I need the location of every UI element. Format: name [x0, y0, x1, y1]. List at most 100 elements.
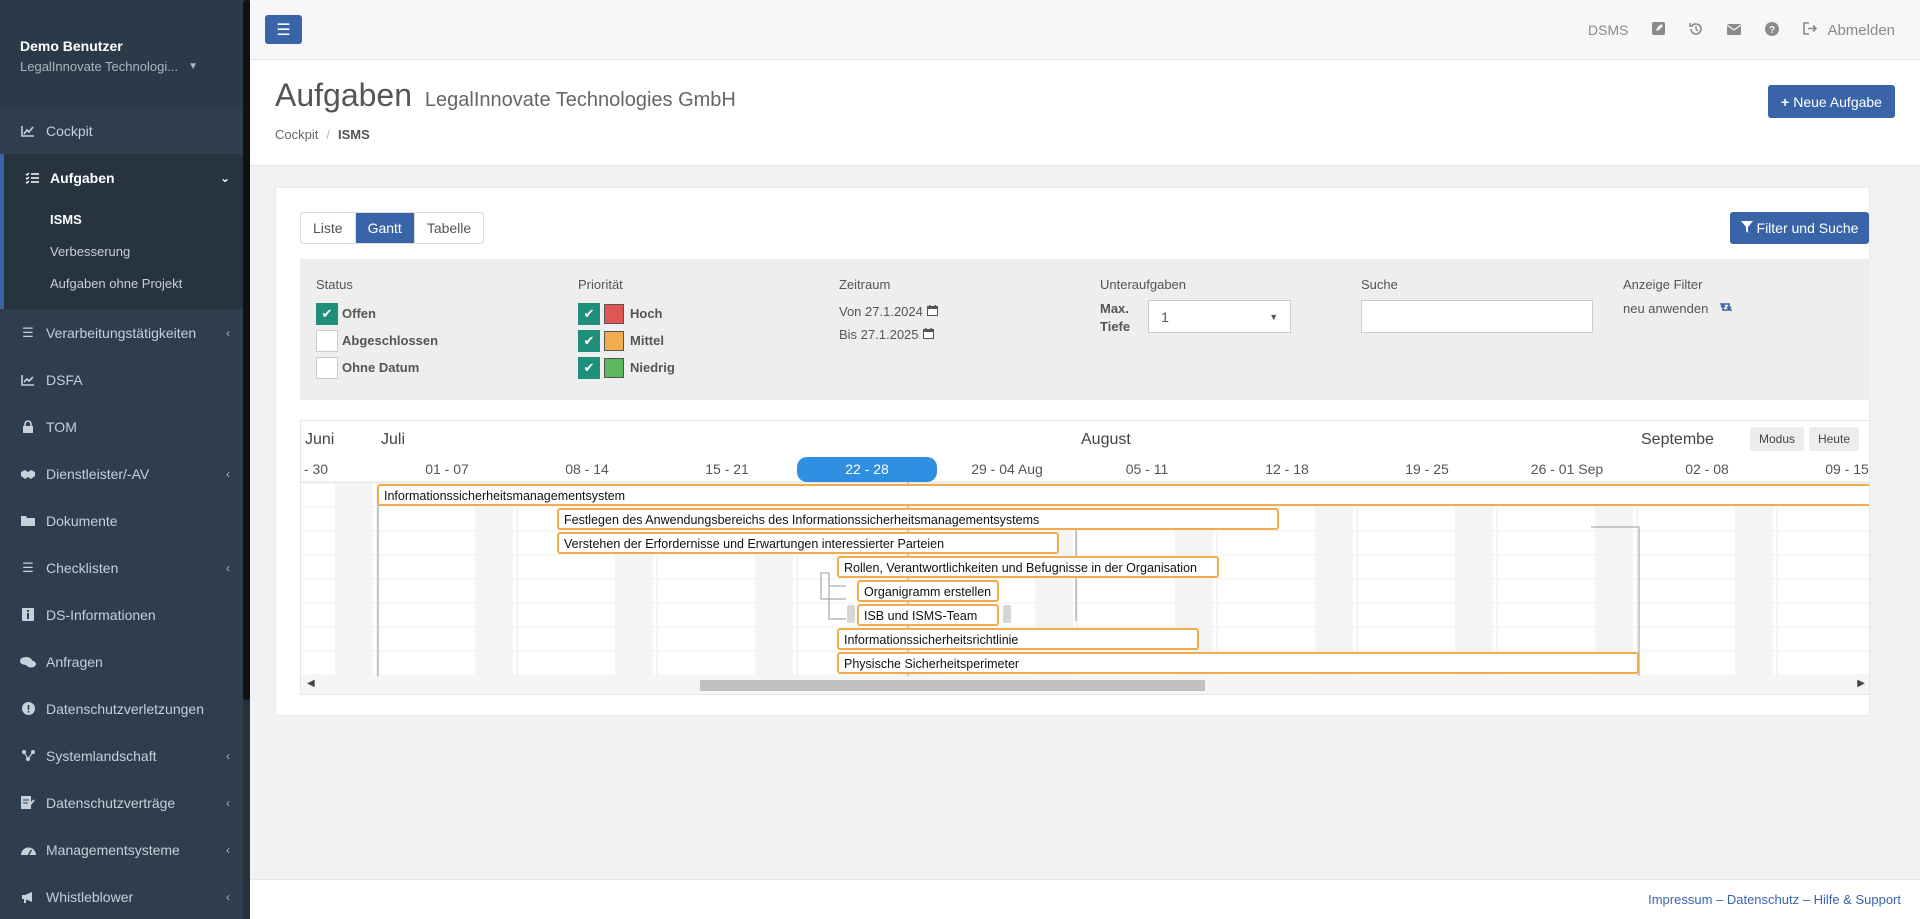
reapply-filter-link[interactable]: neu anwenden	[1623, 300, 1734, 316]
lock-icon	[20, 420, 36, 433]
footer-links[interactable]: Impressum – Datenschutz – Hilfe & Suppor…	[1648, 892, 1901, 907]
depth-label-line2: Tiefe	[1100, 319, 1131, 334]
week-label: 15 - 21	[705, 461, 749, 477]
status-option-ohne-datum[interactable]: Ohne Datum	[316, 354, 438, 381]
nav-label: Systemlandschaft	[46, 747, 157, 764]
menu-toggle-button[interactable]: ☰	[265, 15, 302, 44]
gantt-today-button[interactable]: Heute	[1808, 427, 1859, 451]
filter-panel: Status ✔ Offen Abgeschlossen Ohne Datum …	[300, 259, 1870, 400]
topbar: ☰ DSMS ? Abmelden	[250, 0, 1920, 60]
new-task-button[interactable]: + Neue Aufgabe	[1768, 85, 1895, 118]
dsms-link[interactable]: DSMS	[1588, 22, 1628, 38]
nav-item-aufgaben[interactable]: Aufgaben ⌄	[0, 154, 250, 201]
checkbox-checked[interactable]: ✔	[578, 302, 600, 325]
submenu-item-verbesserung[interactable]: Verbesserung	[4, 235, 250, 267]
period-to[interactable]: Bis 27.1.2025	[839, 323, 938, 346]
help-icon[interactable]: ?	[1765, 21, 1780, 39]
breadcrumb-cockpit[interactable]: Cockpit	[275, 127, 318, 142]
option-label: Offen	[342, 306, 376, 321]
nav-label: DS-Informationen	[46, 606, 156, 623]
nav-label: Datenschutzverträge	[46, 794, 176, 811]
filter-search-button[interactable]: Filter und Suche	[1730, 212, 1869, 244]
gantt-mode-button[interactable]: Modus	[1749, 427, 1804, 451]
nav-item-ds-informationen[interactable]: DS-Informationen	[0, 591, 250, 638]
scroll-left-icon[interactable]: ◀	[307, 678, 315, 689]
submenu-item-ohne-projekt[interactable]: Aufgaben ohne Projekt	[4, 267, 250, 299]
tasks-icon	[24, 172, 40, 184]
gantt-chart: Juni Juli August Septembe - 30 01 - 07 08 - 14…	[300, 420, 1870, 695]
sidebar-scroll-thumb[interactable]	[243, 0, 250, 700]
weekend-shade	[335, 483, 373, 678]
status-option-offen[interactable]: ✔ Offen	[316, 300, 438, 327]
checkbox-checked[interactable]: ✔	[578, 356, 600, 379]
nav-item-anfragen[interactable]: Anfragen	[0, 638, 250, 685]
nav-label: Datenschutzverletzungen	[46, 700, 204, 717]
checkbox-checked[interactable]: ✔	[316, 302, 338, 325]
nav-item-dienstleister[interactable]: Dienstleister/-AV ‹	[0, 450, 250, 497]
chevron-left-icon: ‹	[226, 560, 230, 575]
nav-item-systemlandschaft[interactable]: Systemlandschaft ‹	[0, 732, 250, 779]
nav-item-dsfa[interactable]: DSFA	[0, 356, 250, 403]
edit-icon[interactable]	[1652, 22, 1666, 38]
nav-item-datenschutzvertraege[interactable]: Datenschutzverträge ‹	[0, 779, 250, 826]
page-subtitle: LegalInnovate Technologies GmbH	[424, 89, 736, 111]
org-selector[interactable]: LegalInnovate Technologi... ▼	[20, 59, 230, 74]
user-block[interactable]: Demo Benutzer LegalInnovate Technologi..…	[0, 0, 250, 107]
search-label: Suche	[1361, 277, 1398, 292]
tab-tabelle[interactable]: Tabelle	[414, 213, 484, 243]
weekend-shade	[1315, 483, 1353, 678]
logout-label: Abmelden	[1827, 21, 1895, 39]
topbar-actions: DSMS ? Abmelden	[1588, 0, 1895, 60]
depth-label: Max. Tiefe	[1100, 300, 1130, 336]
gantt-scroll-thumb[interactable]	[700, 680, 1205, 691]
depth-label-line1: Max.	[1100, 301, 1129, 316]
nav-item-verarbeitungstaetigkeiten[interactable]: ☰ Verarbeitungstätigkeiten ‹	[0, 309, 250, 356]
status-label: Status	[316, 277, 353, 292]
scroll-right-icon[interactable]: ▶	[1857, 678, 1865, 689]
retweet-icon[interactable]	[1718, 300, 1734, 316]
priority-option-hoch[interactable]: ✔ Hoch	[578, 300, 675, 327]
nav-item-cockpit[interactable]: Cockpit	[0, 107, 250, 154]
week-label: 09 - 15	[1825, 461, 1869, 477]
envelope-icon[interactable]	[1727, 22, 1742, 38]
status-option-abgeschlossen[interactable]: Abgeschlossen	[316, 327, 438, 354]
caret-down-icon: ▼	[1269, 311, 1279, 322]
checkbox-checked[interactable]: ✔	[578, 329, 600, 352]
weekend-shade	[1735, 483, 1773, 678]
task-label: Rollen, Verantwortlichkeiten und Befugni…	[844, 561, 1197, 575]
nav-item-tom[interactable]: TOM	[0, 403, 250, 450]
breadcrumb-separator: /	[326, 127, 330, 142]
checkbox[interactable]	[316, 329, 338, 352]
tab-liste[interactable]: Liste	[301, 213, 356, 243]
history-icon[interactable]	[1689, 22, 1703, 39]
nav-item-dokumente[interactable]: Dokumente	[0, 497, 250, 544]
week-label: - 30	[304, 461, 328, 477]
calendar-icon[interactable]	[922, 327, 934, 342]
calendar-icon[interactable]	[926, 304, 938, 319]
depth-select[interactable]: 1 ▼	[1148, 300, 1292, 333]
depth-row: Max. Tiefe 1 ▼	[1100, 300, 1292, 336]
checkbox[interactable]	[316, 356, 338, 379]
breadcrumb: Cockpit / ISMS	[275, 127, 370, 142]
sign-out-icon	[1803, 21, 1818, 39]
priority-option-niedrig[interactable]: ✔ Niedrig	[578, 354, 675, 381]
sidebar-scrollbar[interactable]	[243, 0, 250, 919]
gantt-canvas: Juni Juli August Septembe - 30 01 - 07 08 - 14…	[301, 431, 1869, 678]
gantt-horizontal-scrollbar[interactable]: ◀ ▶	[301, 676, 1869, 694]
nav-item-whistleblower[interactable]: Whistleblower ‹	[0, 873, 250, 919]
nav-item-managementsysteme[interactable]: Managementsysteme ‹	[0, 826, 250, 873]
chevron-left-icon: ‹	[226, 889, 230, 904]
chevron-left-icon: ‹	[226, 842, 230, 857]
tasks-card: Liste Gantt Tabelle Filter und Suche Sta…	[275, 187, 1870, 716]
submenu-item-isms[interactable]: ISMS	[4, 203, 250, 235]
priority-option-mittel[interactable]: ✔ Mittel	[578, 327, 675, 354]
search-input[interactable]	[1361, 300, 1593, 333]
nav-item-checklisten[interactable]: ☰ Checklisten ‹	[0, 544, 250, 591]
nav-item-datenschutzverletzungen[interactable]: Datenschutzverletzungen	[0, 685, 250, 732]
month-label: Septembe	[1641, 431, 1714, 448]
logout-link[interactable]: Abmelden	[1803, 22, 1895, 39]
period-from[interactable]: Von 27.1.2024	[839, 300, 938, 323]
nav-label: Dienstleister/-AV	[46, 465, 150, 482]
tab-gantt[interactable]: Gantt	[355, 213, 415, 243]
exclamation-icon	[20, 702, 36, 715]
